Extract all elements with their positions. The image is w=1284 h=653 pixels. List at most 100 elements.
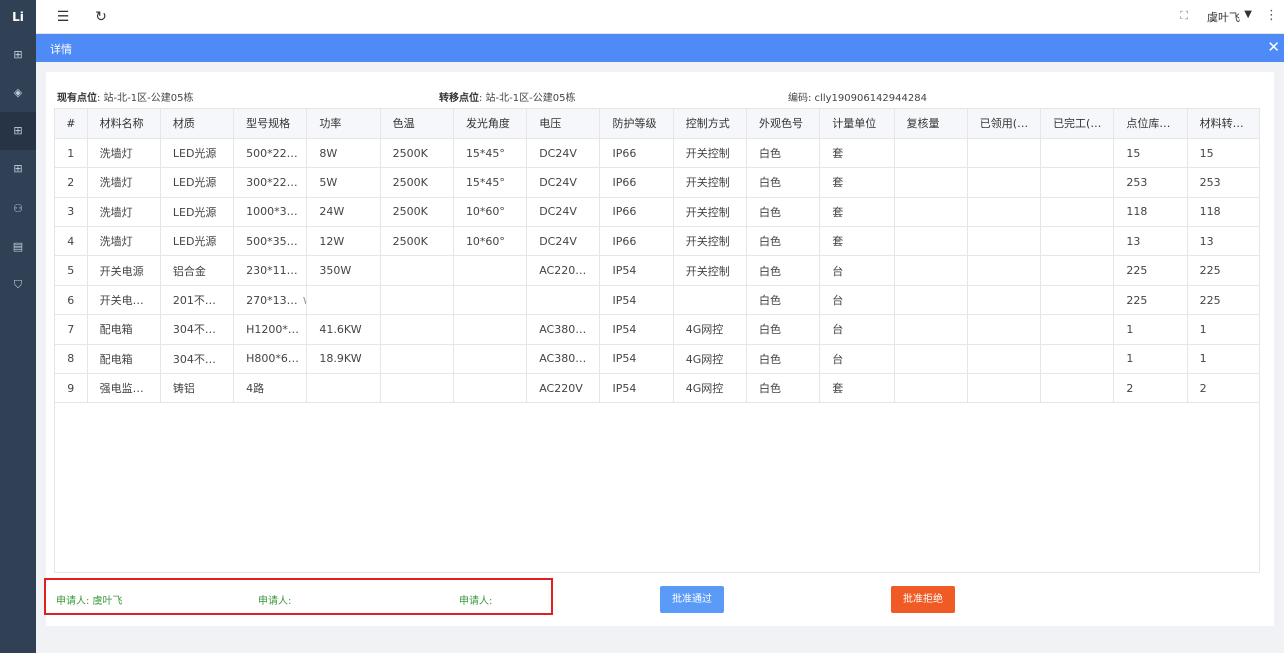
column-header[interactable]: 防护等级: [599, 109, 674, 139]
table-cell: 开关控制: [673, 226, 748, 257]
column-header[interactable]: 已完工(…: [1040, 109, 1115, 139]
table-cell: 4G网控: [673, 373, 748, 404]
column-header[interactable]: 发光角度: [453, 109, 528, 139]
close-icon[interactable]: ✕: [1267, 38, 1280, 56]
table-row[interactable]: 2 洗墙灯 LED光源 300*22… 5W 2500K 15*45° DC24V IP66 开关…: [55, 167, 1259, 198]
menu-toggle-icon[interactable]: ☰: [55, 8, 71, 26]
table-row[interactable]: 3 洗墙灯 LED光源 1000*3… 24W 2500K 10*60° DC24V IP66 开…: [55, 197, 1259, 228]
reject-button[interactable]: 批准拒绝: [891, 586, 955, 613]
column-header[interactable]: 材质: [160, 109, 235, 139]
user-name[interactable]: 虞叶飞: [1207, 9, 1240, 25]
record-code: 编码: clly190906142944284: [788, 93, 927, 104]
cell-text: 15: [1199, 146, 1214, 160]
column-header[interactable]: 材料名称: [87, 109, 161, 139]
column-header[interactable]: #: [55, 109, 88, 139]
fullscreen-icon[interactable]: ⛶: [1180, 9, 1188, 23]
table-cell: 白色: [746, 285, 821, 316]
table-cell: 118: [1187, 197, 1259, 228]
table-row[interactable]: 7 配电箱 304不… H1200*… 41.6KW AC380… IP54 4G网控 白色 台 1…: [55, 314, 1259, 345]
signature-box: 申请人: 虞叶飞 申请人: 申请人:: [44, 578, 553, 615]
table-cell: 4: [55, 226, 88, 257]
table-cell: 5W: [306, 167, 381, 198]
table-cell: 2: [1187, 373, 1259, 404]
sidebar-item-clipboard-edit[interactable]: ⊞: [0, 150, 36, 188]
cell-text: 白色: [759, 294, 781, 308]
chevron-down-icon[interactable]: ▼: [1244, 9, 1252, 20]
column-header[interactable]: 外观色号: [746, 109, 821, 139]
table-row[interactable]: 1 洗墙灯 LED光源 500*22… 8W 2500K 15*45° DC24V IP66 开关…: [55, 138, 1259, 169]
column-header[interactable]: 控制方式: [673, 109, 748, 139]
refresh-icon[interactable]: ↻: [93, 8, 109, 26]
table-cell: 白色: [746, 138, 821, 169]
column-header[interactable]: 型号规格: [233, 109, 308, 139]
table-cell: 304不…: [160, 314, 235, 345]
table-cell: IP66: [599, 197, 674, 228]
table-cell: [380, 314, 454, 345]
table-row[interactable]: 8 配电箱 304不… H800*6… 18.9KW AC380… IP54 4G网控 白色 台 1…: [55, 344, 1259, 375]
table-cell: [967, 255, 1042, 286]
table-header-row: # 材料名称 材质 型号规格 功率 色温 发光角度 电压 防护等级 控制方式 外观色号 计量单位 复核量…: [55, 109, 1259, 139]
table-cell: 2500K: [380, 197, 454, 228]
cell-text: 1: [1126, 352, 1134, 366]
cell-text: 4G网控: [685, 352, 724, 366]
table-cell: 18.9KW: [306, 344, 381, 375]
sidebar-item-user[interactable]: ⚇: [0, 190, 36, 228]
column-header[interactable]: 功率: [306, 109, 381, 139]
cell-text: 2500K: [392, 205, 428, 219]
table-cell: [967, 197, 1042, 228]
cell-text: 白色: [759, 205, 781, 219]
cell-text: 500*35…: [246, 234, 298, 248]
table-cell: 台: [819, 255, 895, 286]
more-icon[interactable]: ⋮: [1265, 8, 1278, 23]
table-cell: [967, 344, 1042, 375]
sidebar-item-shield[interactable]: ⛉: [0, 266, 36, 304]
table-cell: 洗墙灯: [87, 226, 161, 257]
table-cell: 225: [1187, 285, 1259, 316]
document-icon: ▤: [12, 240, 24, 253]
cell-text: 台: [832, 352, 844, 366]
column-header[interactable]: 点位库…: [1113, 109, 1188, 139]
cell-text: 开关控制: [685, 147, 730, 161]
table-row[interactable]: 5 开关电源 铝合金 230*11… 350W AC220… IP54 开关控制 白色 台 225 2…: [55, 255, 1259, 286]
logo: Li: [12, 10, 24, 24]
sidebar: Li ⊞ ◈ ⊞ ⊞ ⚇ ▤ ⛉: [0, 0, 36, 653]
cell-text: 5: [67, 264, 75, 278]
table-cell: 253: [1113, 167, 1188, 198]
table-cell: [1040, 197, 1115, 228]
cell-text: 8W: [319, 146, 338, 160]
column-header[interactable]: 复核量: [894, 109, 968, 139]
table-cell: LED光源: [160, 167, 235, 198]
table-cell: 铝合金: [160, 255, 235, 286]
cell-text: IP54: [612, 322, 637, 336]
cell-text: AC380…: [539, 352, 587, 366]
cell-text: 304不…: [172, 323, 216, 337]
table-cell: 225: [1113, 255, 1188, 286]
table-cell: [453, 314, 528, 345]
sidebar-item-clipboard-check[interactable]: ⊞: [0, 112, 36, 150]
table-cell: [673, 285, 748, 316]
cell-text: 253: [1199, 175, 1221, 189]
column-header[interactable]: 材料转…: [1187, 109, 1259, 139]
column-header[interactable]: 已领用(…: [967, 109, 1042, 139]
sidebar-item-clipboard[interactable]: ⊞: [0, 36, 36, 74]
table-cell: 套: [819, 197, 895, 228]
table-row[interactable]: 6 开关电… 201不… 270*13… ∨ IP54 白色 台 225 225: [55, 285, 1259, 316]
cell-text: 24W: [319, 205, 345, 219]
cell-text: LED光源: [172, 147, 217, 161]
table-cell: 1: [1113, 314, 1188, 345]
cell-text: 开关控制: [685, 205, 730, 219]
chevron-down-icon[interactable]: ∨: [302, 293, 306, 307]
table-cell: 白色: [746, 255, 821, 286]
sidebar-item-document[interactable]: ▤: [0, 228, 36, 266]
column-header[interactable]: 色温: [380, 109, 454, 139]
table-cell: [380, 255, 454, 286]
table-row[interactable]: 9 强电监… 铸铝 4路 AC220V IP54 4G网控 白色 套 2 2: [55, 373, 1259, 404]
column-header[interactable]: 电压: [526, 109, 601, 139]
table-row[interactable]: 4 洗墙灯 LED光源 500*35… 12W 2500K 10*60° DC24V IP66 开…: [55, 226, 1259, 257]
sidebar-item-layers[interactable]: ◈: [0, 74, 36, 112]
column-header[interactable]: 计量单位: [819, 109, 895, 139]
cell-text: H800*6…: [246, 352, 299, 366]
table-cell: [380, 373, 454, 404]
approve-button[interactable]: 批准通过: [660, 586, 724, 613]
user-icon: ⚇: [13, 202, 23, 215]
